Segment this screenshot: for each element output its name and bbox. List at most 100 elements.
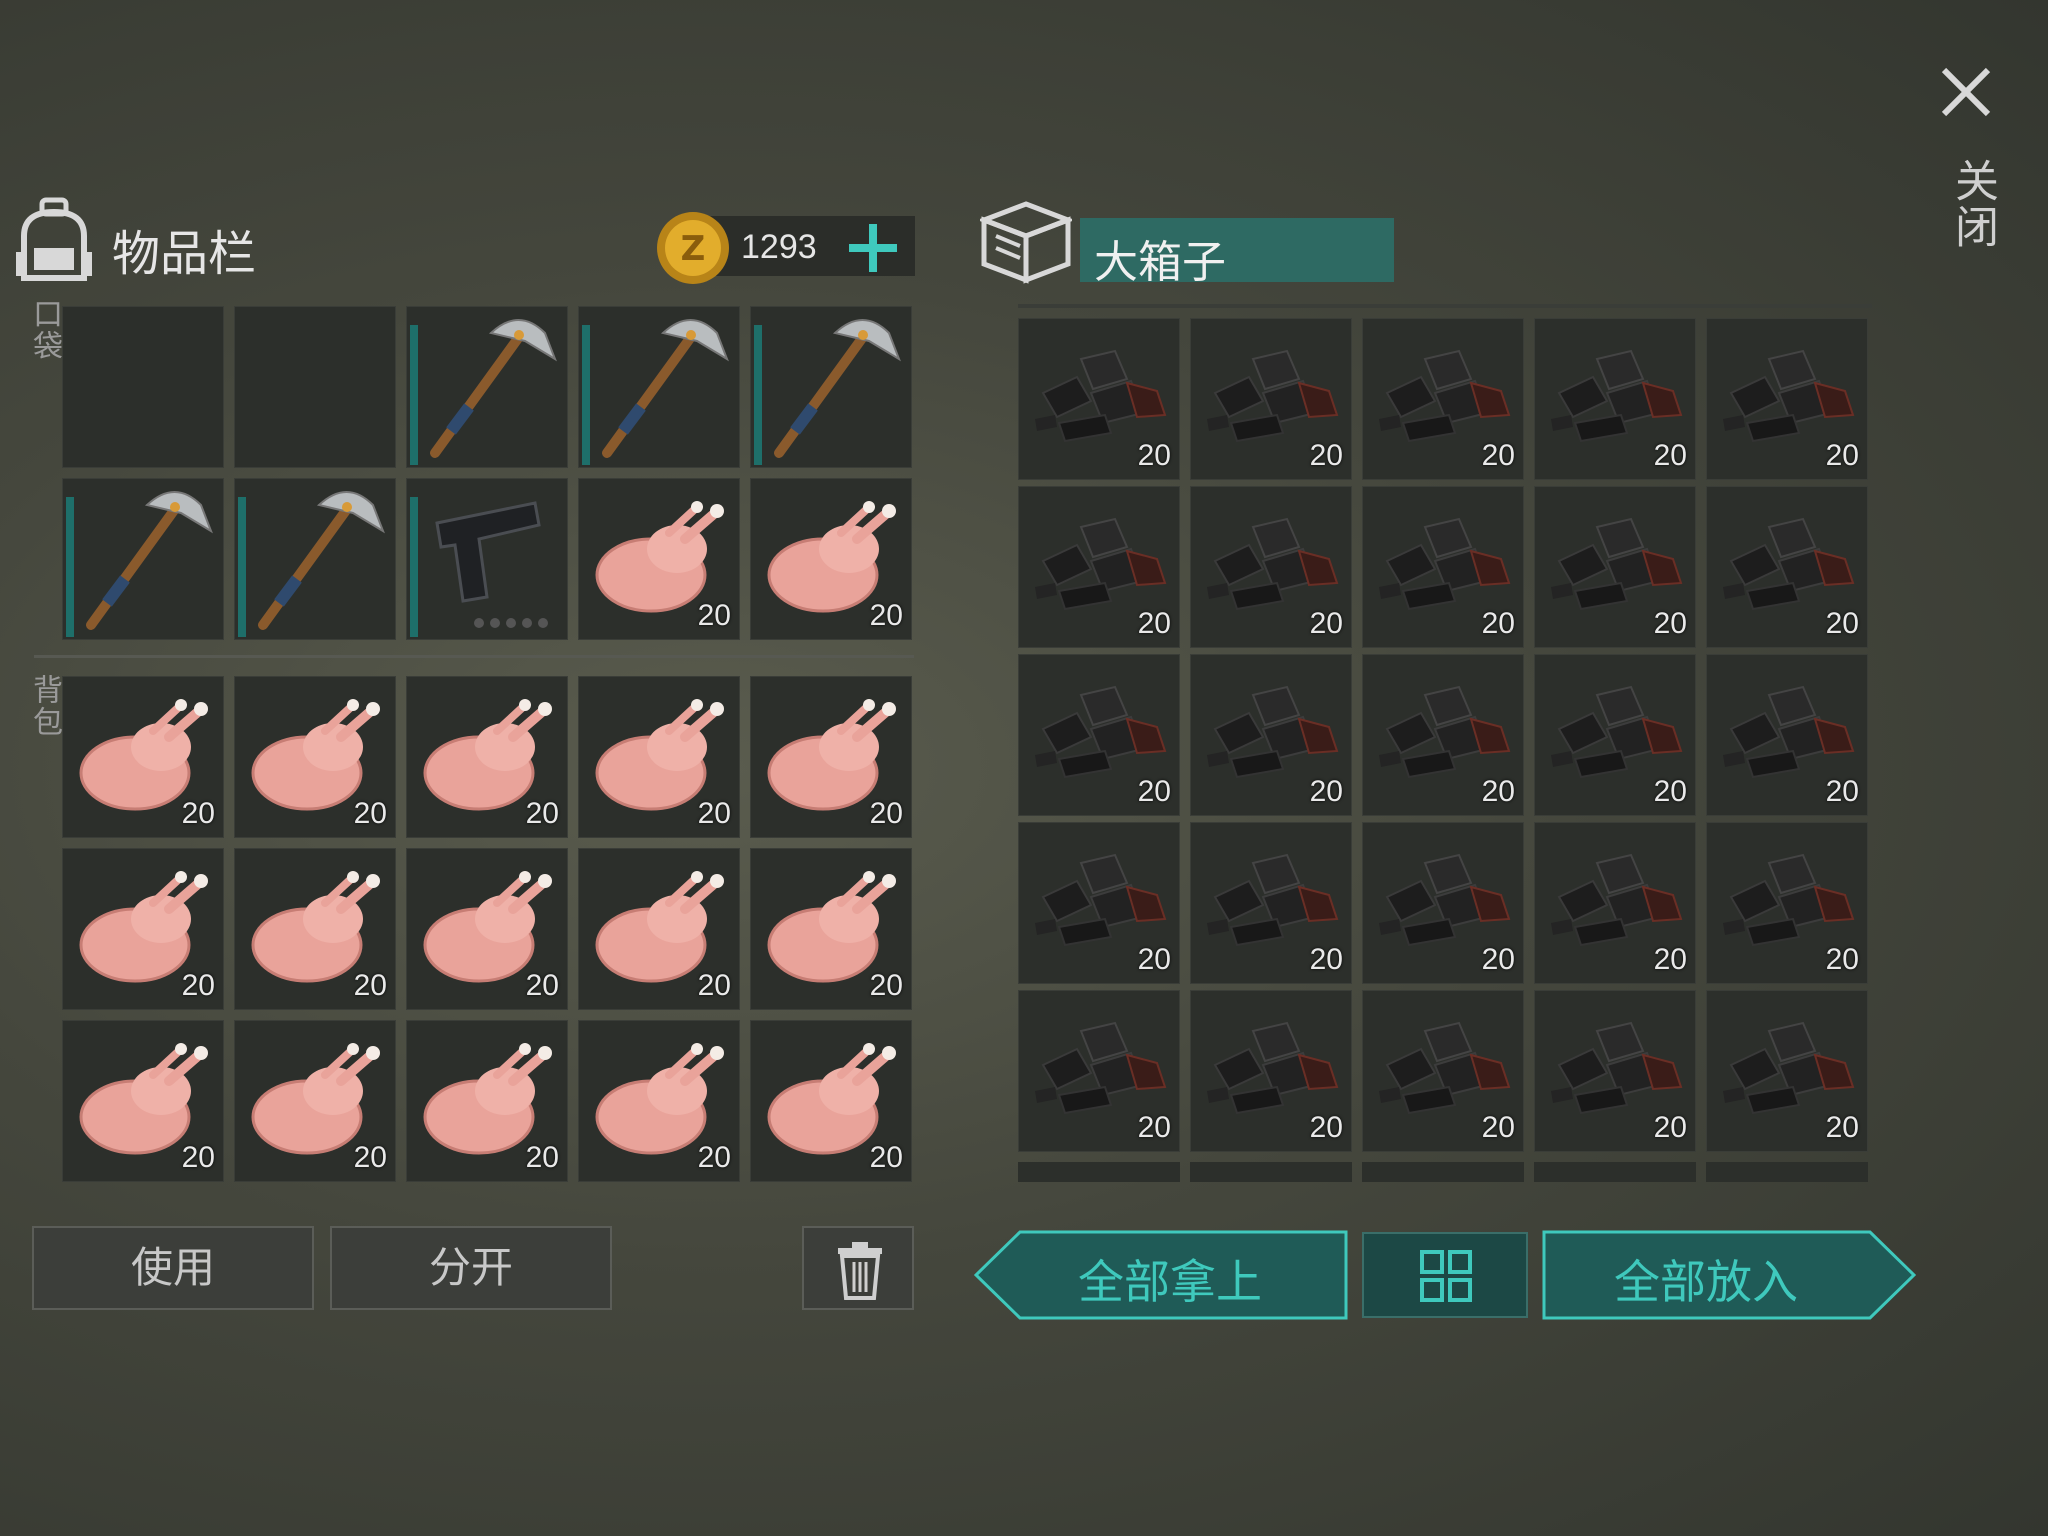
chest-slot[interactable]: 20: [1706, 486, 1868, 648]
backpack-slot[interactable]: 20: [62, 1020, 224, 1182]
item-count: 20: [1825, 943, 1859, 976]
backpack-slot[interactable]: 20: [750, 1020, 912, 1182]
item-count: 20: [1825, 439, 1859, 472]
item-count: 20: [181, 969, 215, 1002]
backpack-slot[interactable]: 20: [234, 676, 396, 838]
chest-slot[interactable]: 20: [1018, 486, 1180, 648]
chest-slot[interactable]: 20: [1706, 822, 1868, 984]
pocket-slot[interactable]: [406, 306, 568, 468]
chest-slot[interactable]: 20: [1362, 822, 1524, 984]
chest-slot[interactable]: 20: [1190, 990, 1352, 1152]
chest-slot[interactable]: 20: [1190, 486, 1352, 648]
backpack-slot[interactable]: 20: [234, 848, 396, 1010]
chest-slot[interactable]: 20: [1362, 654, 1524, 816]
pocket-slot[interactable]: [578, 306, 740, 468]
trash-icon: [838, 1242, 882, 1300]
item-count: 20: [525, 797, 559, 830]
item-count: 20: [1825, 775, 1859, 808]
chest-slot[interactable]: 20: [1534, 486, 1696, 648]
trash-button[interactable]: [802, 1226, 914, 1310]
pocket-slot[interactable]: 20: [578, 478, 740, 640]
coin-amount: 1293: [741, 228, 817, 266]
item-count: 20: [353, 969, 387, 1002]
divider: [34, 655, 914, 658]
backpack-slot[interactable]: 20: [750, 848, 912, 1010]
item-count: 20: [353, 797, 387, 830]
coin-counter: Z 1293: [655, 210, 915, 284]
backpack-slot[interactable]: 20: [406, 1020, 568, 1182]
take-all-label: 全部拿上: [1078, 1255, 1262, 1309]
chest-slot[interactable]: 20: [1534, 654, 1696, 816]
plus-icon: [849, 224, 897, 272]
chest-title-bar: 大箱子: [1080, 218, 1394, 288]
pocket-slot[interactable]: [406, 478, 568, 640]
chest-slot[interactable]: 20: [1018, 654, 1180, 816]
backpack-slot[interactable]: 20: [62, 848, 224, 1010]
item-count: 20: [869, 1141, 903, 1174]
pickaxe-icon: [430, 319, 557, 458]
pocket-slot[interactable]: [62, 478, 224, 640]
use-button[interactable]: 使用: [32, 1226, 314, 1310]
close-label[interactable]: 关闭: [1940, 158, 2004, 250]
item-count: 20: [1481, 607, 1515, 640]
chest-slot[interactable]: 20: [1362, 318, 1524, 480]
pocket-slot[interactable]: [750, 306, 912, 468]
chest-slot[interactable]: 20: [1534, 822, 1696, 984]
backpack-slot[interactable]: 20: [62, 676, 224, 838]
item-count: 20: [1825, 1111, 1859, 1144]
backpack-label: 背包: [27, 674, 62, 738]
pocket-label: 口袋: [27, 298, 62, 362]
put-all-button[interactable]: 全部放入: [1542, 1230, 1916, 1320]
item-count: 20: [353, 1141, 387, 1174]
backpack-slot[interactable]: 20: [750, 676, 912, 838]
chest-slot[interactable]: 20: [1706, 318, 1868, 480]
chest-slot[interactable]: 20: [1018, 822, 1180, 984]
backpack-slot[interactable]: 20: [234, 1020, 396, 1182]
add-coins-button[interactable]: [845, 220, 901, 276]
chest-slot[interactable]: 20: [1190, 654, 1352, 816]
take-all-button[interactable]: 全部拿上: [974, 1230, 1348, 1320]
split-button[interactable]: 分开: [330, 1226, 612, 1310]
inventory-title: 物品栏: [112, 226, 257, 282]
pocket-slot[interactable]: [234, 478, 396, 640]
pickaxe-icon: [258, 491, 385, 630]
chest-slot[interactable]: 20: [1362, 990, 1524, 1152]
coin-icon: Z: [657, 212, 729, 284]
item-count: 20: [1309, 775, 1343, 808]
pocket-slot[interactable]: [62, 306, 224, 468]
chest-slot[interactable]: 20: [1190, 822, 1352, 984]
item-count: 20: [181, 797, 215, 830]
chest-top-border: [1018, 304, 1872, 308]
pocket-slot[interactable]: 20: [750, 478, 912, 640]
chest-slot[interactable]: 20: [1362, 486, 1524, 648]
item-count: 20: [697, 969, 731, 1002]
backpack-slot[interactable]: 20: [578, 676, 740, 838]
backpack-icon: [16, 197, 92, 281]
item-count: 20: [1309, 439, 1343, 472]
backpack-slot[interactable]: 20: [578, 848, 740, 1010]
pocket-slot[interactable]: [234, 306, 396, 468]
chest-slot[interactable]: 20: [1706, 654, 1868, 816]
chest-slot[interactable]: 20: [1190, 318, 1352, 480]
item-count: 20: [525, 1141, 559, 1174]
item-count: 20: [1309, 1111, 1343, 1144]
chest-slot[interactable]: 20: [1534, 318, 1696, 480]
close-button[interactable]: [1930, 56, 2002, 128]
chest-slot[interactable]: 20: [1706, 990, 1868, 1152]
item-count: 20: [869, 969, 903, 1002]
sort-button[interactable]: [1362, 1232, 1528, 1318]
pickaxe-icon: [86, 491, 213, 630]
backpack-slot[interactable]: 20: [406, 676, 568, 838]
item-count: 20: [1481, 943, 1515, 976]
backpack-slot[interactable]: 20: [406, 848, 568, 1010]
svg-text:Z: Z: [681, 229, 706, 269]
chest-slot[interactable]: 20: [1018, 318, 1180, 480]
backpack-slot[interactable]: 20: [578, 1020, 740, 1182]
item-count: 20: [697, 599, 731, 632]
chest-partial-row: [1018, 1162, 1878, 1182]
pickaxe-icon: [774, 319, 901, 458]
chest-slot[interactable]: 20: [1018, 990, 1180, 1152]
item-count: 20: [1137, 943, 1171, 976]
item-count: 20: [1137, 607, 1171, 640]
chest-slot[interactable]: 20: [1534, 990, 1696, 1152]
